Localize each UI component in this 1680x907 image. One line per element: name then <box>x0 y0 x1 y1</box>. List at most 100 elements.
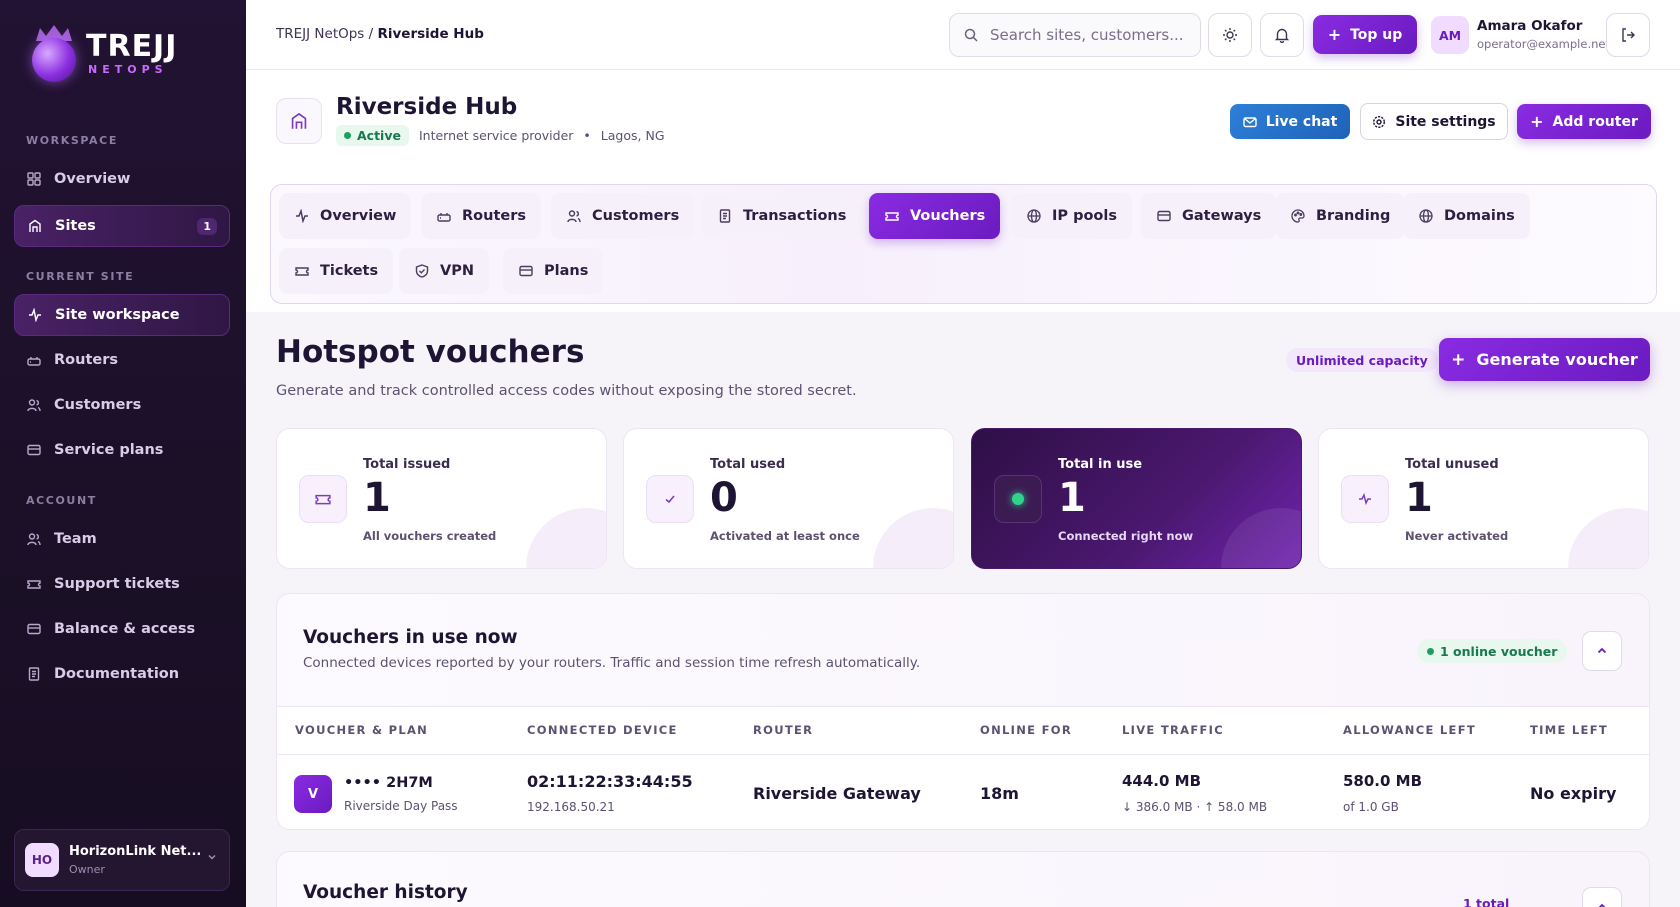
sidebar: TREJJ NETOPS WORKSPACE Overview Sites 1 … <box>0 0 246 907</box>
column-header: LIVE TRAFFIC <box>1122 723 1224 737</box>
section-workspace: WORKSPACE <box>26 134 118 147</box>
chevron-up-icon <box>1596 901 1608 907</box>
generate-voucher-button[interactable]: + Generate voucher <box>1439 338 1650 381</box>
tab-label: Vouchers <box>910 208 986 224</box>
tab-customers[interactable]: Customers <box>551 193 695 239</box>
breadcrumb-root[interactable]: TREJJ NetOps / <box>276 26 373 42</box>
meta-separator: • <box>583 128 591 143</box>
table-row[interactable]: V •••• 2H7M Riverside Day Pass 02:11:22:… <box>277 754 1649 829</box>
sidebar-item-service-plans[interactable]: Service plans <box>14 429 230 471</box>
search-box[interactable] <box>949 13 1201 57</box>
capacity-badge: Unlimited capacity <box>1286 348 1438 372</box>
theme-toggle-button[interactable] <box>1208 13 1252 57</box>
logo-globe-icon <box>28 24 78 82</box>
breadcrumb-current: Riverside Hub <box>377 26 484 42</box>
site-settings-button[interactable]: Site settings <box>1360 103 1508 140</box>
stat-card-total-unused: Total unused 1 Never activated <box>1318 428 1649 569</box>
sidebar-item-site-workspace[interactable]: Site workspace <box>14 294 230 336</box>
tab-plans[interactable]: Plans <box>503 248 604 294</box>
stat-value: 0 <box>710 475 738 521</box>
globe-icon <box>1026 208 1042 224</box>
collapse-in-use-button[interactable] <box>1582 631 1622 671</box>
stat-card-total-in-use: Total in use 1 Connected right now <box>971 428 1302 569</box>
tab-transactions[interactable]: Transactions <box>702 193 862 239</box>
page-title: Hotspot vouchers <box>276 334 585 370</box>
stat-note: Activated at least once <box>710 529 860 543</box>
tab-domains[interactable]: Domains <box>1403 193 1530 239</box>
sidebar-item-label: Site workspace <box>55 307 180 323</box>
router-icon <box>26 352 42 368</box>
building-icon <box>27 218 43 234</box>
user-name: Amara Okafor <box>1477 18 1583 34</box>
document-icon <box>26 666 42 682</box>
voucher-code: •••• 2H7M <box>344 775 433 791</box>
grid-icon <box>26 171 42 187</box>
add-router-label: Add router <box>1552 113 1638 130</box>
tab-gateways[interactable]: Gateways <box>1141 193 1277 239</box>
status-dot <box>344 132 351 139</box>
live-chat-button[interactable]: Live chat <box>1230 104 1350 139</box>
sidebar-item-routers[interactable]: Routers <box>14 339 230 381</box>
live-chat-label: Live chat <box>1265 113 1338 130</box>
router-icon <box>436 208 452 224</box>
stat-card-total-issued: Total issued 1 All vouchers created <box>276 428 607 569</box>
column-header: ONLINE FOR <box>980 723 1072 737</box>
org-switcher[interactable]: HO HorizonLink Net... Owner <box>14 829 230 891</box>
search-input[interactable] <box>990 26 1190 44</box>
tab-branding[interactable]: Branding <box>1275 193 1406 239</box>
voucher-avatar: V <box>294 775 332 813</box>
panel-title: Voucher history <box>303 882 468 903</box>
card-icon <box>26 442 42 458</box>
live-traffic: 444.0 MB <box>1122 772 1202 790</box>
sidebar-item-sites[interactable]: Sites 1 <box>14 205 230 247</box>
tab-vpn[interactable]: VPN <box>399 248 489 294</box>
org-avatar: HO <box>25 843 59 877</box>
tab-label: Overview <box>320 208 397 224</box>
sidebar-item-documentation[interactable]: Documentation <box>14 653 230 695</box>
globe-icon <box>1418 208 1434 224</box>
panel-subtitle: Connected devices reported by your route… <box>303 655 921 671</box>
sidebar-item-label: Team <box>54 531 97 547</box>
user-avatar[interactable]: AM <box>1431 16 1469 54</box>
logout-button[interactable] <box>1606 13 1650 57</box>
card-icon <box>518 263 534 279</box>
collapse-history-button[interactable] <box>1582 887 1622 907</box>
router-name: Riverside Gateway <box>753 784 921 803</box>
column-header: ALLOWANCE LEFT <box>1343 723 1476 737</box>
tab-vouchers[interactable]: Vouchers <box>869 193 1001 239</box>
sidebar-item-support-tickets[interactable]: Support tickets <box>14 563 230 605</box>
tab-overview[interactable]: Overview <box>279 193 412 239</box>
sidebar-item-customers[interactable]: Customers <box>14 384 230 426</box>
plus-icon: + <box>1327 25 1342 44</box>
sidebar-item-overview[interactable]: Overview <box>14 158 230 200</box>
ticket-icon <box>26 576 42 592</box>
stat-note: Connected right now <box>1058 529 1194 543</box>
brand-logo[interactable]: TREJJ NETOPS <box>28 24 177 82</box>
tab-tickets[interactable]: Tickets <box>279 248 394 294</box>
tab-label: Domains <box>1444 208 1515 224</box>
palette-icon <box>1290 208 1306 224</box>
tab-routers[interactable]: Routers <box>421 193 541 239</box>
tab-ip-pools[interactable]: IP pools <box>1011 193 1132 239</box>
traffic-detail: ↓ 386.0 MB · ↑ 58.0 MB <box>1122 800 1268 814</box>
sidebar-item-label: Service plans <box>54 442 164 458</box>
sidebar-item-balance-access[interactable]: Balance & access <box>14 608 230 650</box>
section-current-site: CURRENT SITE <box>26 270 135 283</box>
notifications-button[interactable] <box>1260 13 1304 57</box>
user-email: operator@example.net <box>1477 37 1610 51</box>
org-name: HorizonLink Net... <box>69 844 202 859</box>
panel-title: Vouchers in use now <box>303 627 518 648</box>
stat-note: All vouchers created <box>363 529 497 543</box>
sidebar-item-team[interactable]: Team <box>14 518 230 560</box>
sidebar-item-label: Support tickets <box>54 576 180 592</box>
column-header: VOUCHER & PLAN <box>295 723 429 737</box>
generate-voucher-label: Generate voucher <box>1476 350 1638 369</box>
top-up-button[interactable]: + Top up <box>1313 15 1417 54</box>
gear-icon <box>1372 115 1386 129</box>
voucher-plan: Riverside Day Pass <box>344 799 458 813</box>
sidebar-item-label: Overview <box>54 171 131 187</box>
add-router-button[interactable]: + Add router <box>1517 104 1651 139</box>
tab-label: VPN <box>440 263 474 279</box>
allowance-detail: of 1.0 GB <box>1343 800 1399 814</box>
history-total-badge: 1 total <box>1463 896 1510 907</box>
